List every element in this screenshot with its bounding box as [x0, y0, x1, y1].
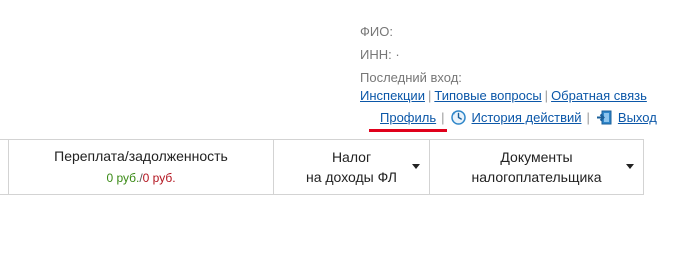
income-tax-line2: на доходы ФЛ — [305, 169, 397, 185]
history-link[interactable]: История действий — [472, 110, 582, 125]
last-login-label: Последний вход: — [360, 70, 462, 85]
documents-line1: Документы — [500, 149, 573, 165]
user-info: ФИО: ИНН: · Последний вход: — [360, 20, 462, 89]
inn-label: ИНН: · — [360, 47, 400, 62]
overpayment-amount: 0 руб. — [106, 171, 140, 185]
balance-title: Переплата/задолженность — [54, 148, 228, 164]
separator: | — [586, 110, 590, 125]
fio-label: ФИО: — [360, 24, 393, 39]
separator: | — [441, 110, 445, 125]
debt-amount: 0 руб. — [142, 171, 176, 185]
logout-link[interactable]: Выход — [618, 110, 657, 125]
profile-link[interactable]: Профиль — [380, 110, 436, 125]
nav-documents[interactable]: Документы налогоплательщика — [430, 139, 644, 195]
chevron-down-icon — [626, 164, 634, 169]
balance-amounts: 0 руб./0 руб. — [106, 168, 175, 188]
chevron-down-icon — [412, 164, 420, 169]
nav-balance[interactable]: Переплата/задолженность 0 руб./0 руб. — [9, 139, 274, 195]
exit-door-icon[interactable] — [596, 110, 613, 125]
documents-line2: налогоплательщика — [471, 169, 602, 185]
separator: | — [427, 88, 432, 103]
profile-active-indicator — [369, 129, 447, 132]
separator: | — [544, 88, 549, 103]
income-tax-line1: Налог — [331, 149, 372, 165]
history-clock-icon[interactable] — [450, 110, 466, 125]
nav-cell-left-edge — [0, 139, 9, 195]
feedback-link[interactable]: Обратная связь — [551, 88, 647, 103]
faq-link[interactable]: Типовые вопросы — [434, 88, 541, 103]
inspections-link[interactable]: Инспекции — [360, 88, 425, 103]
nav-income-tax[interactable]: Налог на доходы ФЛ — [274, 139, 430, 195]
account-links: Профиль | История действий | Выход — [380, 110, 657, 125]
main-nav: Переплата/задолженность 0 руб./0 руб. На… — [0, 139, 644, 195]
top-links: Инспекции | Типовые вопросы | Обратная связь — [360, 88, 647, 103]
